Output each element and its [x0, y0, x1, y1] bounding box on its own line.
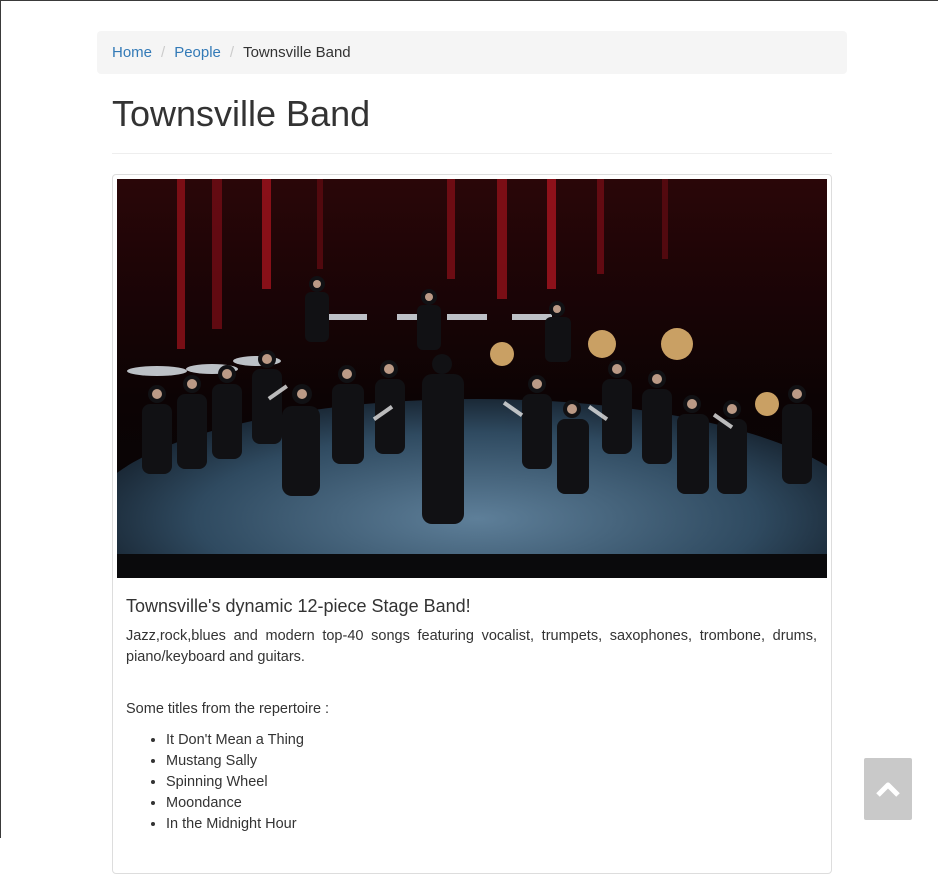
list-item: It Don't Mean a Thing [166, 730, 817, 751]
list-item: Spinning Wheel [166, 772, 817, 793]
breadcrumb-home-link[interactable]: Home [112, 44, 152, 61]
breadcrumb-separator: / [229, 44, 235, 61]
repertoire-list: It Don't Mean a Thing Mustang Sally Spin… [126, 730, 817, 835]
caption-heading: Townsville's dynamic 12-piece Stage Band… [126, 596, 471, 616]
breadcrumb: Home / People / Townsville Band [97, 31, 847, 74]
page-title: Townsville Band [112, 93, 371, 134]
caption: Townsville's dynamic 12-piece Stage Band… [126, 590, 817, 835]
breadcrumb-current: Townsville Band [243, 44, 351, 61]
band-photo [117, 179, 827, 578]
title-divider [112, 153, 832, 154]
repertoire-intro: Some titles from the repertoire : [126, 701, 330, 717]
list-item: In the Midnight Hour [166, 814, 817, 835]
chevron-up-icon [876, 782, 900, 797]
band-description: Jazz,rock,blues and modern top-40 songs … [126, 628, 817, 665]
scroll-to-top-button[interactable] [864, 758, 912, 820]
breadcrumb-people-link[interactable]: People [174, 44, 221, 61]
list-item: Mustang Sally [166, 751, 817, 772]
list-item: Moondance [166, 793, 817, 814]
breadcrumb-separator: / [161, 44, 166, 61]
